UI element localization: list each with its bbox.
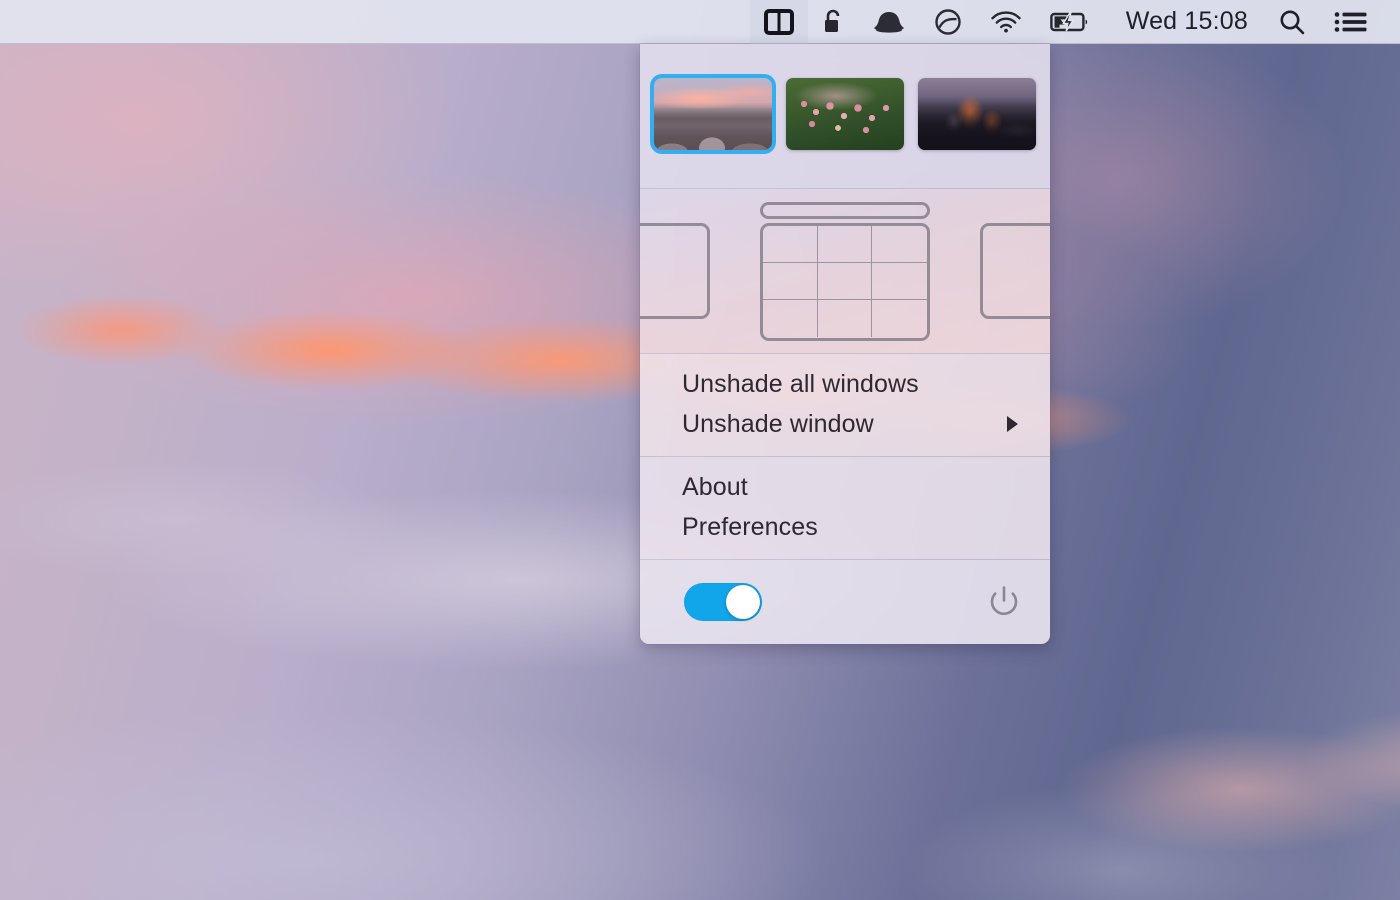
toggle-knob <box>726 585 760 619</box>
layout-grid-cell[interactable] <box>817 225 873 263</box>
layout-titlebar <box>760 201 930 219</box>
chevron-right-icon <box>1007 416 1018 432</box>
menu-item-preferences[interactable]: Preferences <box>640 507 1050 547</box>
layout-option-next[interactable] <box>980 223 1050 319</box>
menu-bar-clock[interactable]: Wed 15:08 <box>1104 7 1264 36</box>
menu-bar: Wed 15:08 <box>0 0 1400 44</box>
menu-item-unshade-window[interactable]: Unshade window <box>640 404 1050 444</box>
window-layout-carousel <box>640 189 1050 353</box>
desktop-wallpaper: Wed 15:08 Unshade all windows Unshade wi… <box>0 0 1400 900</box>
layout-grid-cell[interactable] <box>872 300 927 337</box>
desktop-thumbnail-1[interactable] <box>650 74 776 154</box>
search-icon[interactable] <box>1264 0 1320 44</box>
notification-center-icon[interactable] <box>1320 0 1382 44</box>
layout-grid-cell[interactable] <box>818 300 873 338</box>
menu-bar-dropdown-panel: Unshade all windows Unshade window About… <box>640 44 1050 644</box>
layout-grid-cell[interactable] <box>872 226 927 263</box>
desktop-thumbnail-3[interactable] <box>918 78 1036 150</box>
wifi-icon[interactable] <box>976 0 1036 44</box>
layout-grid-cell[interactable] <box>817 262 873 301</box>
dropbox-icon[interactable] <box>920 0 976 44</box>
layout-grid-cell[interactable] <box>763 262 818 301</box>
desktop-thumbnail-list <box>640 44 1050 188</box>
quit-power-button[interactable] <box>982 580 1026 624</box>
lock-open-icon[interactable] <box>808 0 858 44</box>
bowler-hat-icon[interactable] <box>858 0 920 44</box>
menu-item-label: Unshade all windows <box>682 369 919 398</box>
battery-charging-icon[interactable] <box>1036 0 1104 44</box>
layout-grid-cell[interactable] <box>872 263 927 301</box>
split-view-icon[interactable] <box>749 0 808 44</box>
enable-app-toggle[interactable] <box>684 583 762 621</box>
layout-grid-cell[interactable] <box>763 225 818 263</box>
layout-grid-3x3 <box>760 222 930 341</box>
menu-group-app-actions: About Preferences <box>640 457 1050 559</box>
menu-item-label: Preferences <box>682 512 818 541</box>
menu-item-label: Unshade window <box>682 409 874 438</box>
menu-item-label: About <box>682 472 748 501</box>
menu-item-about[interactable]: About <box>640 467 1050 507</box>
panel-footer <box>640 560 1050 644</box>
layout-option-current[interactable] <box>760 201 930 341</box>
menu-group-window-actions: Unshade all windows Unshade window <box>640 354 1050 456</box>
desktop-thumbnail-2[interactable] <box>786 78 904 150</box>
layout-option-previous[interactable] <box>640 223 710 319</box>
layout-grid-cell[interactable] <box>763 300 818 338</box>
menu-item-unshade-all-windows[interactable]: Unshade all windows <box>640 364 1050 404</box>
